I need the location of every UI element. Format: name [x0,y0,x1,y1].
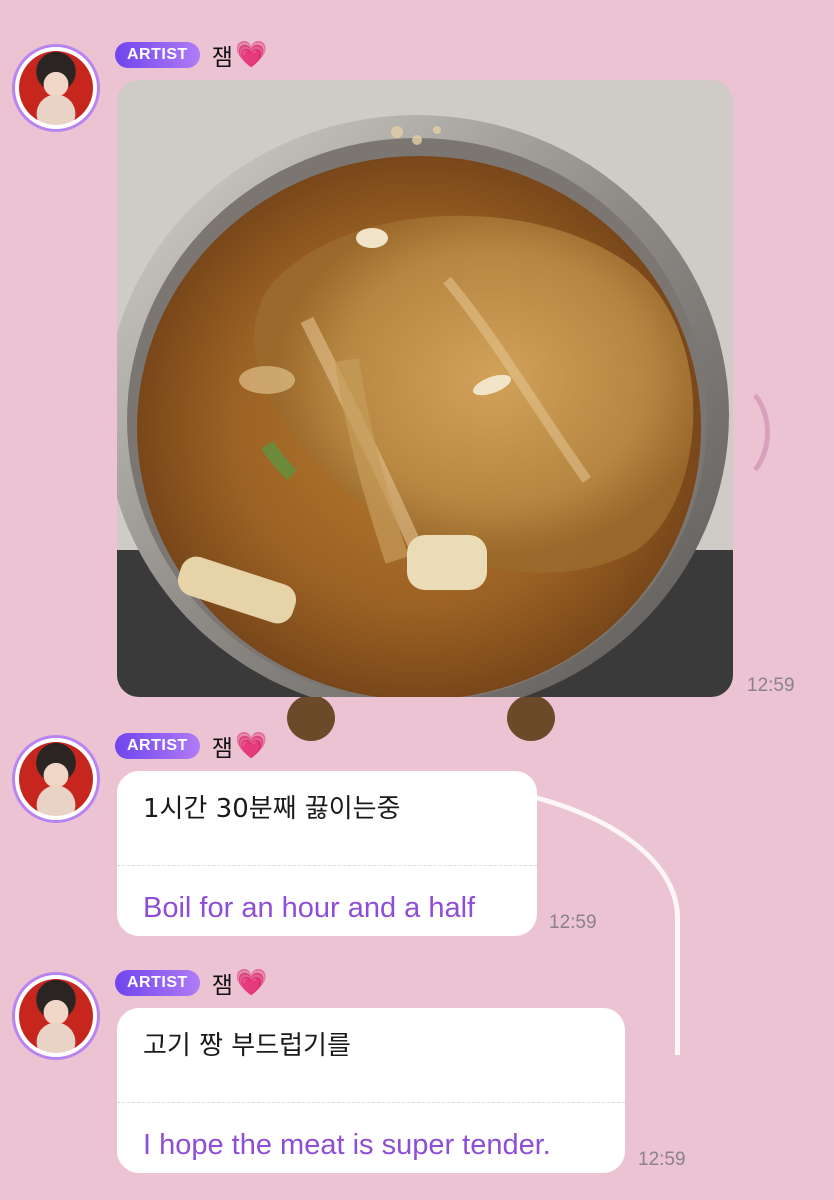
avatar-image [19,742,93,816]
artist-badge: ARTIST [115,970,200,996]
message-bubble[interactable]: 1시간 30분째 끓이는중 Boil for an hour and a hal… [117,771,537,936]
sender-name: 잼 [211,736,233,762]
heart-icon: 💗 [234,731,268,761]
sender-name-row: ARTIST 잼 💗 [115,731,268,762]
message-photo: ARTIST 잼 💗 12:59 [0,0,834,700]
sender-name-row: ARTIST 잼 💗 [115,40,268,71]
message-original-text: 고기 짱 부드럽기를 [143,1031,351,1061]
avatar-image [19,979,93,1053]
stew-pot-photo [117,80,733,697]
sender-name: 잼 [211,45,233,71]
artist-badge: ARTIST [115,733,200,759]
message-timestamp: 12:59 [747,675,795,696]
message-translation-text: I hope the meat is super tender. [143,1129,551,1161]
artist-avatar[interactable] [12,735,100,823]
sender-name-row: ARTIST 잼 💗 [115,968,268,999]
message-timestamp: 12:59 [549,912,597,933]
food-photo[interactable] [117,80,733,697]
artist-avatar[interactable] [12,44,100,132]
message-text-1: ARTIST 잼 💗 1시간 30분째 끓이는중 Boil for an hou… [0,700,834,950]
message-timestamp: 12:59 [638,1149,686,1170]
message-text-2: ARTIST 잼 💗 고기 짱 부드럽기를 I hope the meat is… [0,940,834,1200]
avatar-image [19,51,93,125]
heart-icon: 💗 [234,40,268,70]
artist-badge: ARTIST [115,42,200,68]
message-original-text: 1시간 30분째 끓이는중 [143,794,401,824]
message-bubble[interactable]: 고기 짱 부드럽기를 I hope the meat is super tend… [117,1008,625,1173]
artist-avatar[interactable] [12,972,100,1060]
message-translation-text: Boil for an hour and a half [143,892,476,924]
sender-name: 잼 [211,973,233,999]
heart-icon: 💗 [234,968,268,998]
